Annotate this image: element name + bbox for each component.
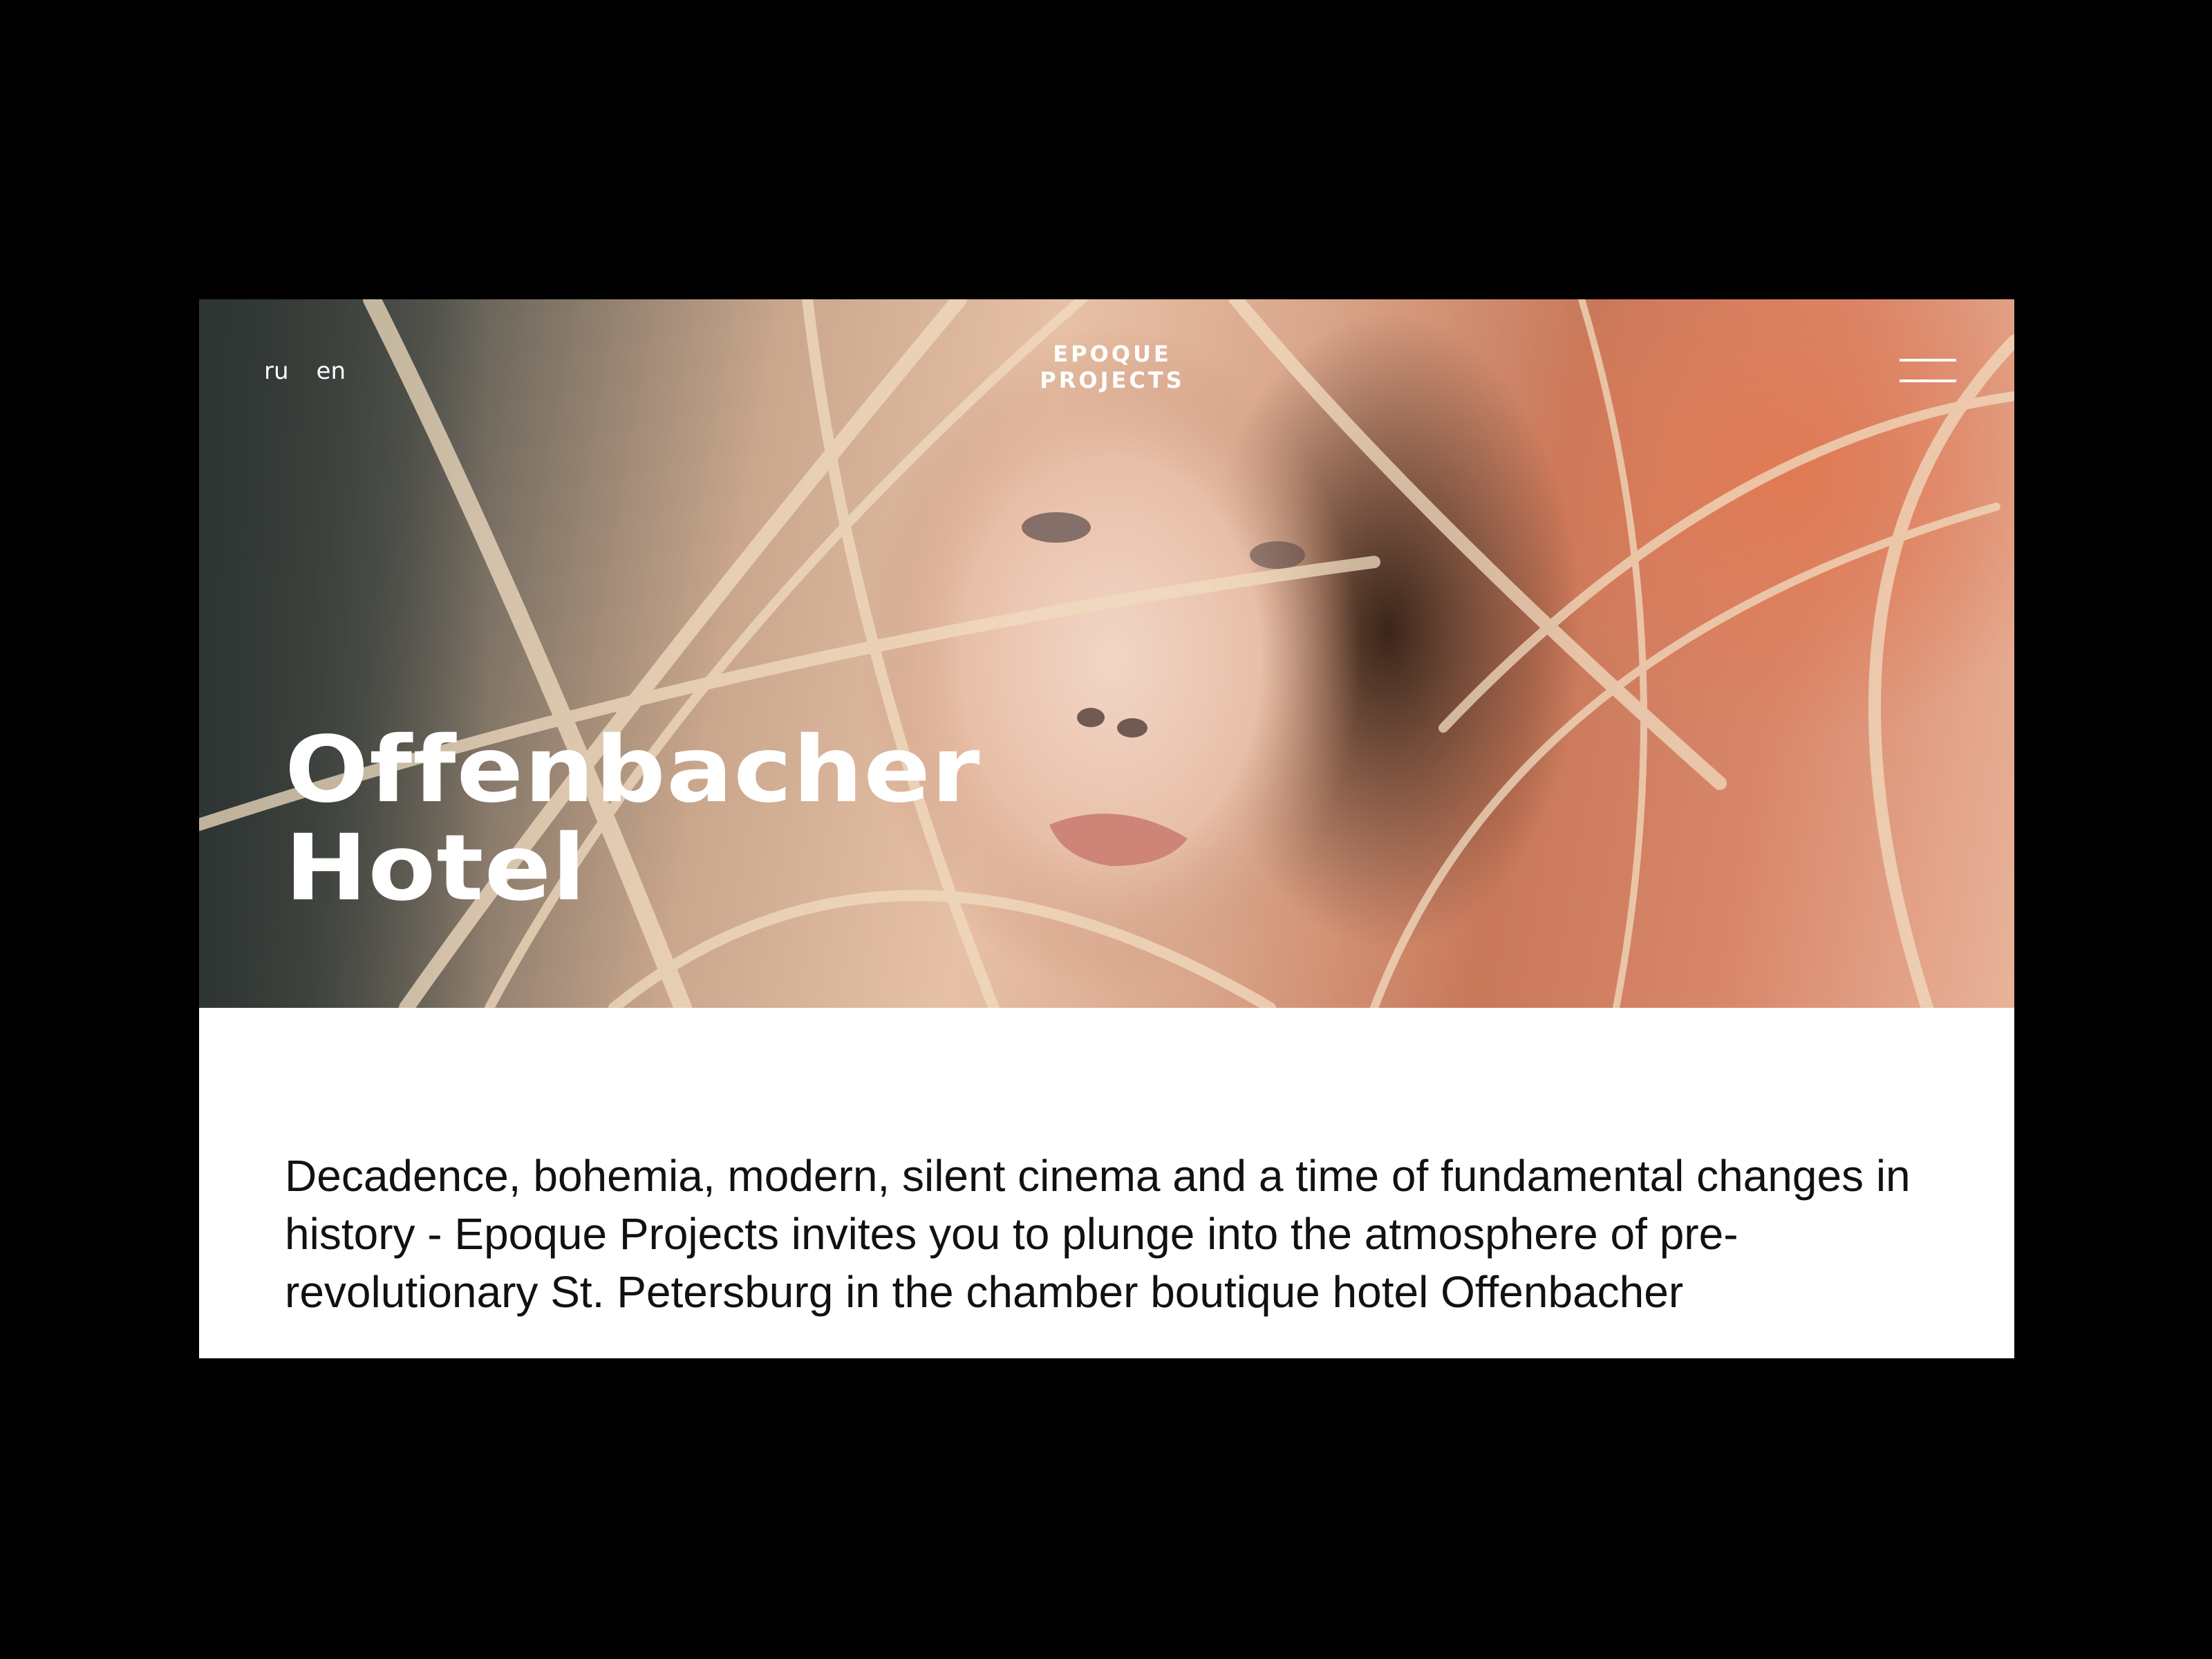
menu-line xyxy=(1900,379,1956,382)
page-title: Offenbacher Hotel xyxy=(285,721,1255,917)
language-switcher: ru en xyxy=(264,357,346,385)
logo-line-1: EPOQUE xyxy=(1053,341,1172,367)
lang-en-link[interactable]: en xyxy=(317,357,346,385)
hero-section: ru en EPOQUE PROJECTS Offenbacher Hotel xyxy=(199,299,2014,1008)
lang-ru-link[interactable]: ru xyxy=(264,357,289,385)
title-line-1: Offenbacher xyxy=(285,717,981,823)
title-line-2: Hotel xyxy=(285,815,587,921)
intro-paragraph: Decadence, bohemia, modern, silent cinem… xyxy=(285,1151,1911,1317)
hamburger-icon[interactable] xyxy=(1900,355,1956,386)
site-logo[interactable]: EPOQUE PROJECTS xyxy=(1009,341,1216,393)
menu-line xyxy=(1900,359,1956,362)
site-frame: ru en EPOQUE PROJECTS Offenbacher Hotel … xyxy=(199,299,2014,1358)
logo-line-2: PROJECTS xyxy=(1040,367,1185,393)
